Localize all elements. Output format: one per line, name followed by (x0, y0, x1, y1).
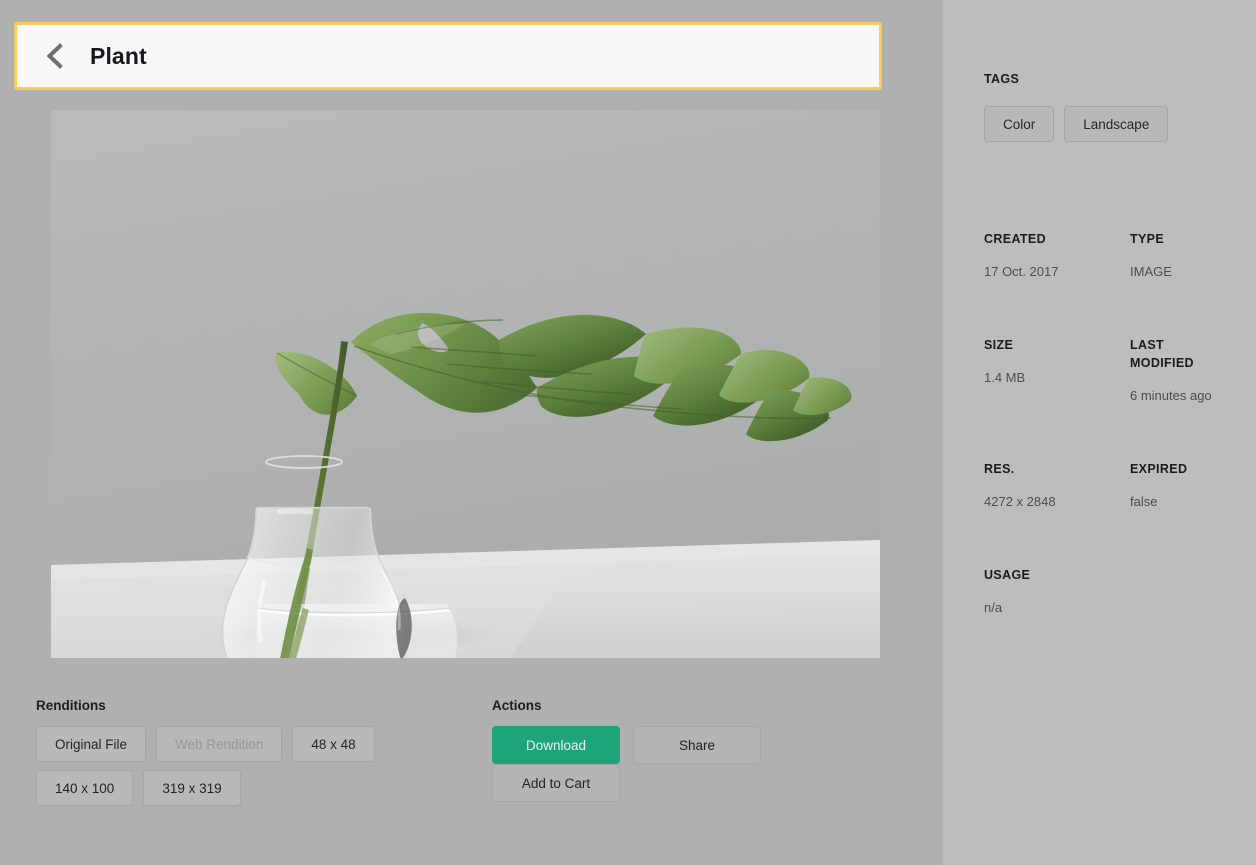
actions-heading: Actions (492, 698, 542, 713)
rendition-48x48-button[interactable]: 48 x 48 (292, 726, 375, 763)
page-title: Plant (90, 42, 147, 69)
tags-list: Color Landscape (984, 106, 1234, 143)
rendition-web-rendition-button: Web Rendition (156, 726, 283, 763)
tags-section: TAGS Color Landscape (984, 70, 1234, 143)
share-button[interactable]: Share (633, 726, 761, 765)
rendition-319x319-button[interactable]: 319 x 319 (143, 770, 241, 807)
chevron-left-icon (44, 43, 64, 69)
back-button[interactable] (39, 41, 69, 71)
actions-panel: Actions Download Share Add to Cart (492, 698, 912, 803)
actions-button-row: Download Share Add to Cart (492, 726, 912, 803)
asset-preview-image[interactable] (51, 110, 880, 658)
rendition-140x100-button[interactable]: 140 x 100 (36, 770, 134, 807)
renditions-panel: Renditions Original File Web Rendition 4… (36, 698, 466, 814)
asset-header-bar: Plant (14, 22, 882, 90)
plant-photo (51, 110, 880, 658)
rendition-original-file-button[interactable]: Original File (36, 726, 147, 763)
tag-chip-landscape[interactable]: Landscape (1064, 106, 1169, 143)
download-button[interactable]: Download (492, 726, 620, 765)
add-to-cart-button[interactable]: Add to Cart (492, 764, 620, 803)
tag-chip-color[interactable]: Color (984, 106, 1055, 143)
tags-label: TAGS (984, 72, 1020, 86)
renditions-heading: Renditions (36, 698, 106, 713)
main-content-column: Plant Renditions Original File Web Rendi… (0, 0, 943, 865)
renditions-button-row: Original File Web Rendition 48 x 48 140 … (36, 726, 466, 814)
